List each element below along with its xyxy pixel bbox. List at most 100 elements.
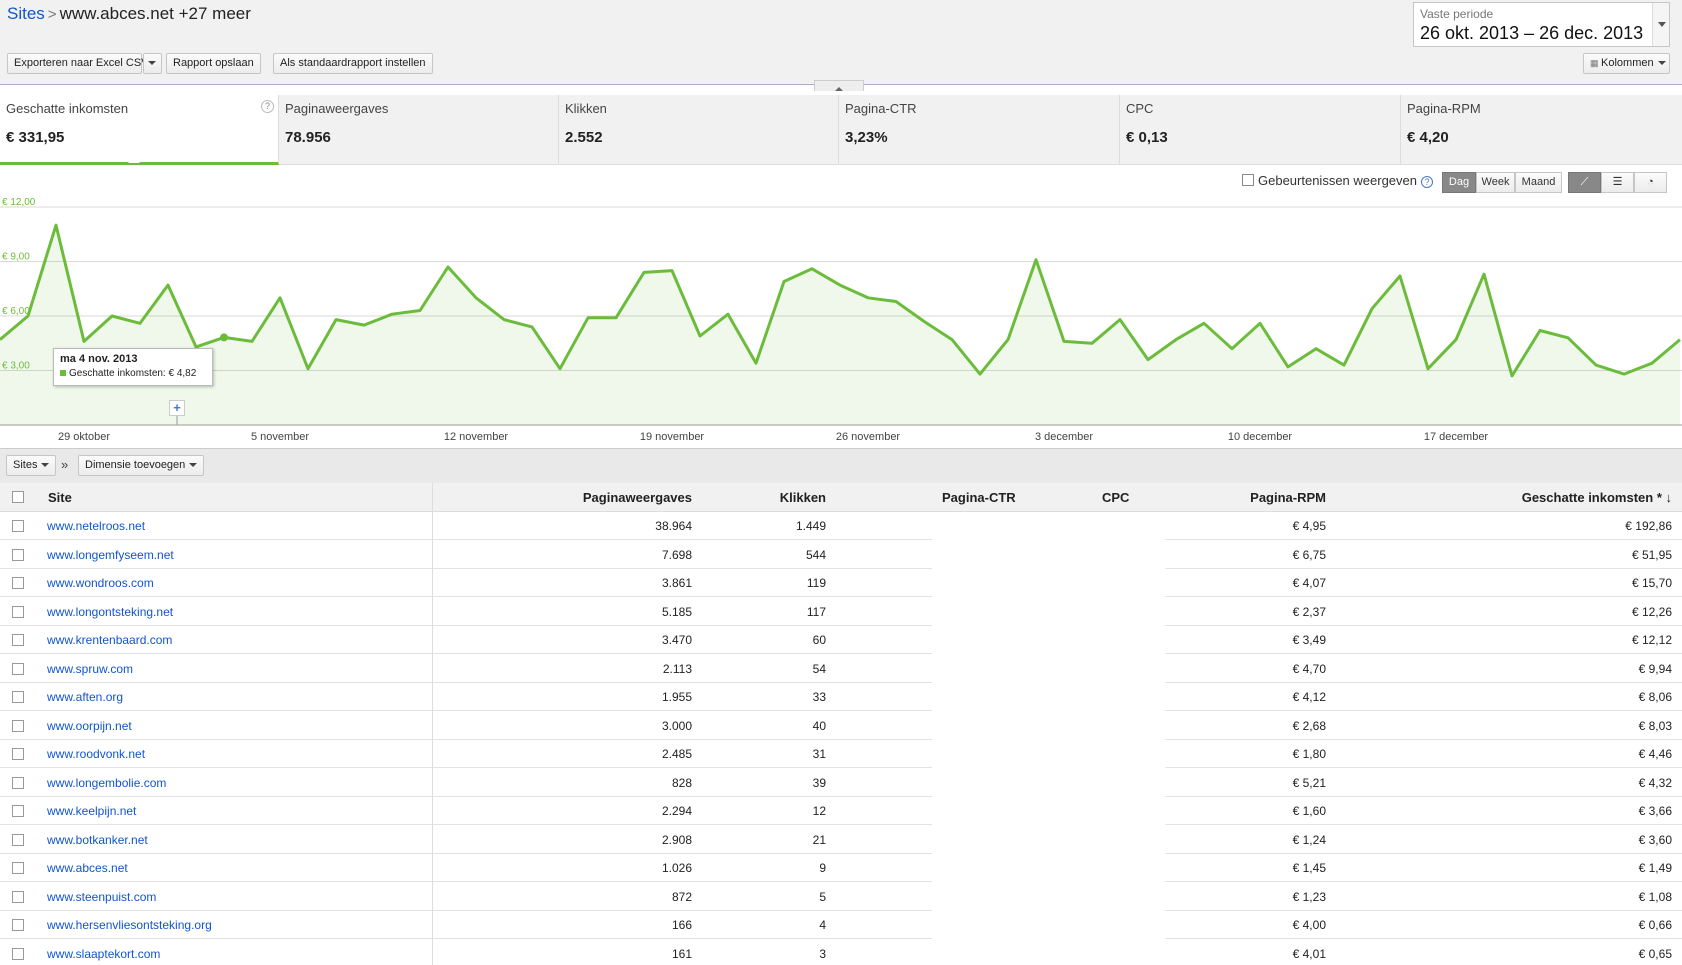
select-all-checkbox[interactable]: [12, 491, 24, 503]
row-checkbox[interactable]: [12, 577, 24, 589]
site-link[interactable]: www.netelroos.net: [47, 519, 145, 533]
page-rpm-value: € 5,21: [1292, 775, 1326, 790]
scorecard-cpc[interactable]: CPC € 0,13: [1120, 95, 1401, 165]
clicks-value: 21: [812, 832, 826, 847]
row-checkbox[interactable]: [12, 634, 24, 646]
table-row[interactable]: www.slaaptekort.com 161 3 € 4,01 € 0,65: [0, 940, 1682, 965]
table-row[interactable]: www.roodvonk.net 2.485 31 € 1,80 € 4,46: [0, 740, 1682, 768]
row-checkbox[interactable]: [12, 919, 24, 931]
scorecard-clicks[interactable]: Klikken 2.552: [559, 95, 839, 165]
y-tick-label: € 3,00: [2, 361, 30, 372]
row-checkbox[interactable]: [12, 833, 24, 846]
clicks-value: 39: [812, 775, 826, 790]
events-checkbox[interactable]: [1242, 174, 1254, 186]
row-checkbox[interactable]: [12, 719, 24, 732]
column-header-estimated-earnings[interactable]: Geschatte inkomsten * ↓: [1522, 490, 1672, 505]
earnings-value: € 51,95: [1631, 547, 1672, 562]
row-checkbox[interactable]: [12, 662, 24, 675]
row-checkbox[interactable]: [12, 748, 24, 760]
pageviews-value: 7.698: [661, 547, 692, 562]
row-checkbox[interactable]: [12, 805, 24, 817]
columns-button[interactable]: ▦ Kolommen: [1583, 53, 1670, 74]
pageviews-value: 1.026: [661, 861, 692, 875]
table-row[interactable]: www.longemfyseem.net 7.698 544 € 6,75 € 51,9…: [0, 541, 1682, 569]
site-link[interactable]: www.longembolie.com: [47, 776, 166, 790]
scorecard-label: Geschatte inkomsten: [6, 101, 129, 116]
tooltip-row: Geschatte inkomsten: € 4,82: [60, 368, 206, 379]
table-row[interactable]: www.botkanker.net 2.908 21 € 1,24 € 3,60: [0, 826, 1682, 854]
show-events-toggle[interactable]: Gebeurtenissen weergeven?: [1242, 173, 1433, 188]
site-link[interactable]: www.roodvonk.net: [47, 747, 145, 761]
page-rpm-value: € 4,01: [1292, 946, 1326, 961]
row-checkbox[interactable]: [12, 947, 24, 960]
export-menu-button[interactable]: [143, 53, 162, 74]
save-report-button[interactable]: Rapport opslaan: [166, 53, 261, 74]
table-row[interactable]: www.hersenvliesontsteking.org 166 4 € 4,00 €…: [0, 911, 1682, 939]
help-icon[interactable]: ?: [1421, 176, 1433, 188]
table-row[interactable]: www.aften.org 1.955 33 € 4,12 € 8,06: [0, 683, 1682, 711]
site-link[interactable]: www.steenpuist.com: [47, 890, 156, 904]
column-header-page-ctr[interactable]: Pagina-CTR: [942, 490, 1016, 505]
help-icon[interactable]: ?: [261, 100, 274, 113]
table-row[interactable]: www.abces.net 1.026 9 € 1,45 € 1,49: [0, 854, 1682, 882]
table-row[interactable]: www.steenpuist.com 872 5 € 1,23 € 1,08: [0, 883, 1682, 911]
site-link[interactable]: www.hersenvliesontsteking.org: [47, 918, 212, 932]
site-link[interactable]: www.abces.net: [47, 861, 128, 875]
row-checkbox[interactable]: [12, 548, 24, 561]
site-link[interactable]: www.krentenbaard.com: [47, 633, 172, 647]
column-header-page-rpm[interactable]: Pagina-RPM: [1250, 490, 1326, 505]
scorecard-page-ctr[interactable]: Pagina-CTR 3,23%: [839, 95, 1120, 165]
table-row[interactable]: www.wondroos.com 3.861 119 € 4,07 € 15,70: [0, 569, 1682, 597]
table-view-button[interactable]: ☰: [1601, 172, 1634, 193]
table-row[interactable]: www.longontsteking.net 5.185 117 € 2,37 € 12…: [0, 598, 1682, 626]
site-link[interactable]: www.keelpijn.net: [47, 804, 136, 818]
row-checkbox[interactable]: [12, 691, 24, 703]
breadcrumb-sites-link[interactable]: Sites: [7, 4, 45, 23]
scorecard-estimated-earnings[interactable]: Geschatte inkomsten € 331,95 ?: [0, 95, 279, 165]
table-row[interactable]: www.netelroos.net 38.964 1.449 € 4,95 € 192,…: [0, 512, 1682, 540]
table-row[interactable]: www.krentenbaard.com 3.470 60 € 3,49 € 12,12: [0, 626, 1682, 654]
pie-chart-view-button[interactable]: ◔: [1634, 172, 1667, 193]
x-tick-label: 10 december: [1228, 431, 1293, 443]
column-header-clicks[interactable]: Klikken: [780, 490, 826, 505]
export-csv-button[interactable]: Exporteren naar Excel CSV: [7, 53, 149, 74]
column-header-site[interactable]: Site: [48, 490, 72, 505]
chevron-down-icon: [41, 462, 50, 471]
line-chart-view-button[interactable]: ⟋: [1568, 172, 1601, 193]
row-checkbox[interactable]: [12, 605, 24, 618]
scorecard-pageviews[interactable]: Paginaweergaves 78.956: [279, 95, 559, 165]
granularity-day-button[interactable]: Dag: [1442, 172, 1476, 193]
scorecard-page-rpm[interactable]: Pagina-RPM € 4,20: [1401, 95, 1682, 165]
page-rpm-value: € 6,75: [1292, 547, 1326, 562]
site-link[interactable]: www.aften.org: [47, 690, 123, 704]
site-link[interactable]: www.longemfyseem.net: [47, 548, 174, 562]
site-link[interactable]: www.longontsteking.net: [47, 605, 173, 619]
scorecard-value: € 331,95: [6, 129, 65, 146]
breadcrumb-separator: >: [47, 6, 57, 23]
site-link[interactable]: www.wondroos.com: [47, 576, 154, 590]
granularity-week-button[interactable]: Week: [1476, 172, 1515, 193]
site-link[interactable]: www.botkanker.net: [47, 833, 148, 847]
granularity-month-button[interactable]: Maand: [1515, 172, 1562, 193]
table-row[interactable]: www.longembolie.com 828 39 € 5,21 € 4,32: [0, 769, 1682, 797]
site-link[interactable]: www.slaaptekort.com: [47, 947, 160, 961]
column-header-pageviews[interactable]: Paginaweergaves: [583, 490, 692, 505]
site-link[interactable]: www.spruw.com: [47, 662, 133, 676]
date-range-picker[interactable]: Vaste periode 26 okt. 2013 – 26 dec. 201…: [1413, 2, 1670, 47]
column-header-cpc[interactable]: CPC: [1102, 490, 1129, 505]
table-row[interactable]: www.oorpijn.net 3.000 40 € 2,68 € 8,03: [0, 712, 1682, 740]
table-row[interactable]: www.spruw.com 2.113 54 € 4,70 € 9,94: [0, 655, 1682, 683]
row-checkbox[interactable]: [12, 862, 24, 874]
add-dimension-dropdown[interactable]: Dimensie toevoegen: [78, 455, 205, 476]
primary-dimension-dropdown[interactable]: Sites: [6, 455, 57, 476]
row-checkbox[interactable]: [12, 520, 24, 532]
site-link[interactable]: www.oorpijn.net: [47, 719, 132, 733]
set-default-report-button[interactable]: Als standaardrapport instellen: [273, 53, 433, 74]
row-checkbox[interactable]: [12, 776, 24, 789]
table-row[interactable]: www.keelpijn.net 2.294 12 € 1,60 € 3,66: [0, 797, 1682, 825]
add-annotation-icon[interactable]: +: [169, 400, 185, 416]
row-checkbox[interactable]: [12, 890, 24, 903]
chevron-down-icon[interactable]: [1652, 3, 1669, 46]
collapse-chart-toggle[interactable]: [814, 80, 864, 91]
page-rpm-value: € 4,07: [1292, 576, 1326, 590]
